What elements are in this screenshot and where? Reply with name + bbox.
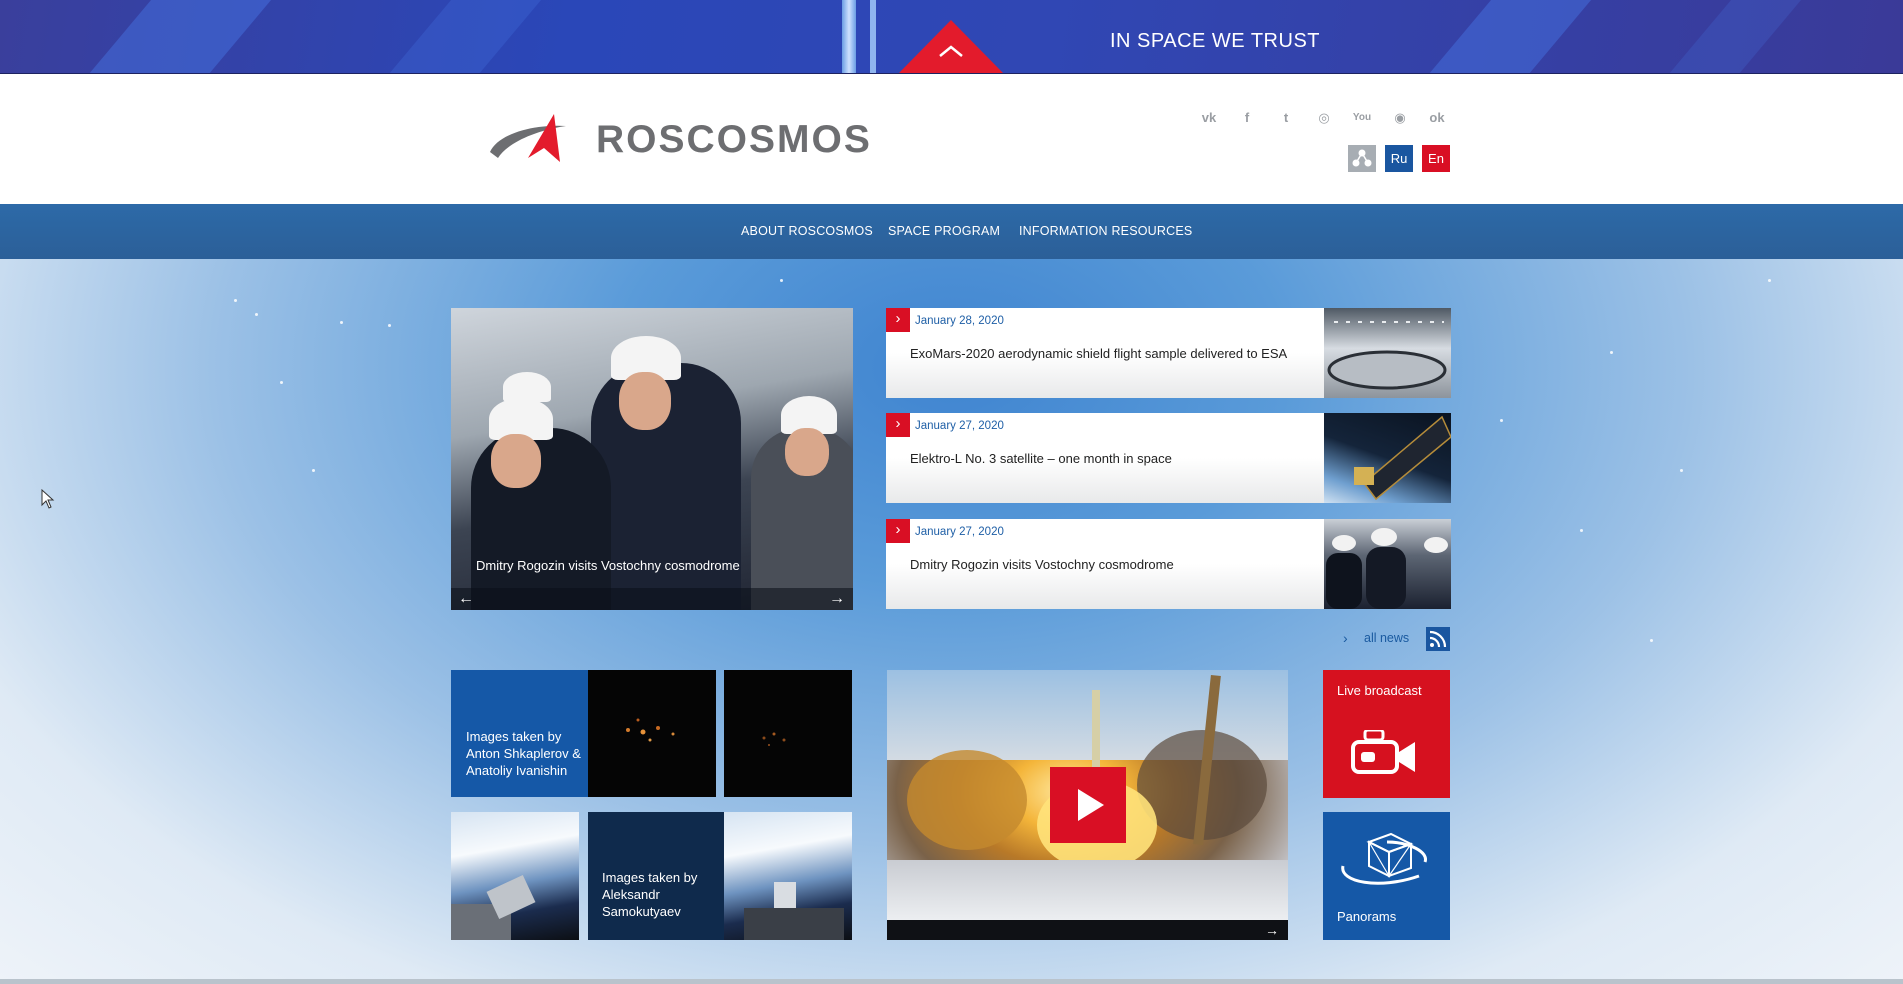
- news-date: January 27, 2020: [915, 420, 1004, 432]
- youtube-icon[interactable]: You: [1352, 108, 1372, 128]
- twitter-icon[interactable]: t: [1276, 108, 1296, 128]
- video-frame: [887, 860, 1288, 920]
- video-controls: →: [887, 920, 1288, 940]
- slide-caption[interactable]: Dmitry Rogozin visits Vostochny cosmodro…: [476, 558, 740, 573]
- video-player[interactable]: →: [887, 670, 1288, 940]
- news-date: January 27, 2020: [915, 526, 1004, 538]
- panorams-label[interactable]: Panorams: [1337, 908, 1396, 925]
- gallery-image[interactable]: [724, 812, 852, 940]
- video-frame: [907, 750, 1027, 850]
- star: [1580, 529, 1583, 532]
- video-camera-icon: [1351, 730, 1415, 774]
- star: [1610, 351, 1613, 354]
- live-broadcast-label[interactable]: Live broadcast: [1337, 682, 1422, 699]
- nav-item-about[interactable]: ABOUT ROSCOSMOS: [741, 224, 873, 238]
- panorams-tile[interactable]: Panorams: [1323, 812, 1450, 940]
- star: [255, 313, 258, 316]
- banner-stripe: [1668, 0, 1802, 73]
- nav-item-information-resources[interactable]: INFORMATION RESOURCES: [1019, 224, 1192, 238]
- rss-button[interactable]: [1426, 627, 1450, 651]
- gallery-image[interactable]: [724, 670, 852, 797]
- facebook-icon[interactable]: f: [1237, 108, 1257, 128]
- slide-image: [619, 372, 671, 430]
- banner-stripe: [1428, 0, 1592, 73]
- logo-wordmark[interactable]: ROSCOSMOS: [596, 118, 872, 162]
- slider-controls: ← →: [451, 588, 853, 610]
- news-item[interactable]: › January 28, 2020 ExoMars-2020 aerodyna…: [886, 308, 1451, 398]
- chevron-right-icon: ›: [886, 413, 910, 437]
- news-thumbnail-image: [1327, 321, 1447, 390]
- news-thumbnail[interactable]: [1324, 308, 1451, 398]
- news-slider[interactable]: Dmitry Rogozin visits Vostochny cosmodro…: [451, 308, 853, 610]
- iss-earth-image: [451, 874, 536, 940]
- gallery-title[interactable]: Images taken by Aleksandr Samokutyaev: [602, 869, 712, 920]
- news-thumbnail-image: [1354, 415, 1451, 501]
- rocket-tower-image: [842, 0, 856, 73]
- instagram-icon[interactable]: ◎: [1314, 108, 1334, 128]
- top-banner: IN SPACE WE TRUST: [0, 0, 1903, 74]
- gallery-image[interactable]: [451, 812, 579, 940]
- arrow-right-icon[interactable]: →: [829, 590, 845, 608]
- star: [1768, 279, 1771, 282]
- night-earth-image: [762, 732, 786, 746]
- live-broadcast-tile[interactable]: Live broadcast: [1323, 670, 1450, 798]
- news-item[interactable]: › January 27, 2020 Elektro-L No. 3 satel…: [886, 413, 1451, 503]
- panorama-cube-icon: [1341, 832, 1427, 885]
- vk-icon[interactable]: vk: [1199, 108, 1219, 128]
- slide-image: [503, 372, 551, 402]
- arrow-left-icon[interactable]: ←: [458, 590, 474, 608]
- nav-item-space-program[interactable]: SPACE PROGRAM: [888, 224, 1000, 238]
- news-thumbnail-image: [1326, 528, 1448, 609]
- odnoklassniki-icon[interactable]: ok: [1427, 108, 1447, 128]
- news-title[interactable]: Elektro-L No. 3 satellite – one month in…: [910, 451, 1172, 466]
- star: [234, 299, 237, 302]
- play-icon: [1078, 789, 1104, 821]
- footer-edge: [0, 979, 1903, 984]
- star: [1680, 469, 1683, 472]
- star: [1650, 639, 1653, 642]
- banner-slogan: IN SPACE WE TRUST: [1110, 30, 1321, 52]
- site-header: [0, 74, 1903, 204]
- star: [312, 469, 315, 472]
- slide-image: [785, 428, 829, 476]
- gallery-tile-samokutyaev[interactable]: Images taken by Aleksandr Samokutyaev: [588, 812, 726, 940]
- news-thumbnail[interactable]: [1324, 413, 1451, 503]
- arrow-right-icon[interactable]: →: [1265, 921, 1279, 939]
- all-news-link[interactable]: all news: [1364, 631, 1409, 645]
- banner-stripe: [388, 0, 542, 73]
- lang-en-button[interactable]: En: [1422, 145, 1450, 172]
- structure-button[interactable]: [1348, 145, 1376, 172]
- livejournal-icon[interactable]: ◉: [1390, 108, 1410, 128]
- news-title[interactable]: Dmitry Rogozin visits Vostochny cosmodro…: [910, 557, 1174, 572]
- star: [780, 279, 783, 282]
- gallery-tile-shkaplerov[interactable]: Images taken by Anton Shkaplerov & Anato…: [451, 670, 589, 797]
- gallery-image[interactable]: [588, 670, 716, 797]
- chevron-right-icon: ›: [1343, 630, 1348, 646]
- chevron-right-icon: ›: [886, 519, 910, 543]
- night-earth-image: [626, 718, 675, 742]
- star: [280, 381, 283, 384]
- news-title[interactable]: ExoMars-2020 aerodynamic shield flight s…: [910, 346, 1287, 361]
- rocket-tower-image: [870, 0, 876, 73]
- star: [1500, 419, 1503, 422]
- chevron-right-icon: ›: [886, 308, 910, 332]
- rss-icon: [1429, 630, 1447, 648]
- news-thumbnail[interactable]: [1324, 519, 1451, 609]
- banner-stripe: [88, 0, 272, 73]
- main-nav: ABOUT ROSCOSMOS SPACE PROGRAM INFORMATIO…: [0, 204, 1903, 259]
- star: [340, 321, 343, 324]
- gallery-title[interactable]: Images taken by Anton Shkaplerov & Anato…: [466, 728, 581, 779]
- play-button[interactable]: [1050, 767, 1126, 843]
- mouse-cursor-icon: [41, 489, 55, 509]
- iss-earth-image: [744, 882, 844, 940]
- news-item[interactable]: › January 27, 2020 Dmitry Rogozin visits…: [886, 519, 1451, 609]
- structure-icon: [1352, 149, 1372, 167]
- news-date: January 28, 2020: [915, 315, 1004, 327]
- slide-image: [491, 434, 541, 488]
- lang-ru-button[interactable]: Ru: [1385, 145, 1413, 172]
- chevron-up-icon[interactable]: [898, 20, 1004, 74]
- star: [388, 324, 391, 327]
